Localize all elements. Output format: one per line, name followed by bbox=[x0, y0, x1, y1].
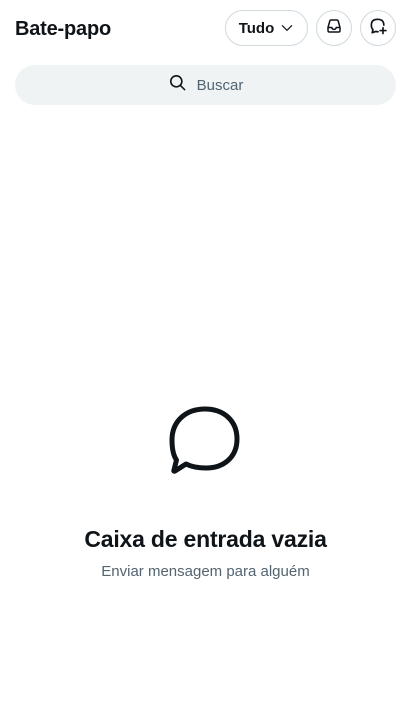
inbox-icon bbox=[325, 17, 343, 40]
search-icon bbox=[168, 73, 187, 97]
page-title: Bate-papo bbox=[15, 18, 111, 40]
empty-state-subtitle: Enviar mensagem para alguém bbox=[101, 563, 310, 580]
new-message-icon bbox=[368, 16, 388, 41]
filter-dropdown-button[interactable]: Tudo bbox=[225, 10, 308, 46]
chevron-down-icon bbox=[280, 21, 294, 35]
chat-bubble-icon bbox=[168, 404, 242, 476]
empty-state-title: Caixa de entrada vazia bbox=[84, 526, 327, 552]
search-input[interactable]: Buscar bbox=[15, 65, 396, 105]
filter-label: Tudo bbox=[238, 19, 275, 37]
search-placeholder: Buscar bbox=[196, 76, 244, 94]
inbox-button[interactable] bbox=[316, 10, 352, 46]
chat-page: Bate-papo Tudo Buscar Caixa de entrada v… bbox=[0, 0, 411, 710]
new-message-button[interactable] bbox=[360, 10, 396, 46]
header: Bate-papo Tudo bbox=[0, 0, 411, 58]
